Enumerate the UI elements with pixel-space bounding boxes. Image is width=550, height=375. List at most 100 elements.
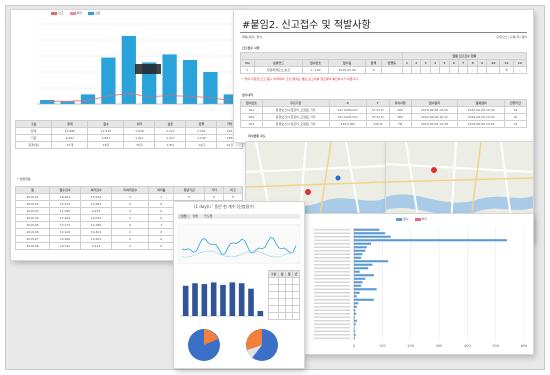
- table-cell: 0: [111, 193, 150, 201]
- table-cell: 03: [504, 106, 527, 114]
- table-row: [267, 291, 300, 299]
- legend-swatch: [88, 12, 95, 15]
- category-label-placeholder: [314, 232, 350, 234]
- map-marker[interactable]: [431, 167, 437, 173]
- x-tick-label: 600: [521, 344, 528, 348]
- table-header-cell: No: [240, 59, 255, 67]
- table-cell: 0: [111, 221, 150, 229]
- chart-area: [178, 224, 300, 264]
- table-cell: 기관: [14, 134, 53, 142]
- table-cell: 14건: [185, 141, 218, 149]
- table-cell: 10,310: [49, 242, 82, 250]
- table-cell: 13,244: [80, 193, 113, 201]
- table-header-cell: 접수건수: [49, 186, 82, 194]
- bar: [354, 319, 357, 322]
- category-label-placeholder: [314, 302, 350, 304]
- table-header-cell: 7: [458, 59, 469, 67]
- table-header-cell: 접수번호: [240, 99, 263, 107]
- bar: [354, 295, 357, 298]
- table-row: 기관 6,941 2,811 1,411 1,417 1,236 283: [14, 134, 243, 142]
- category-label-placeholder: [314, 292, 350, 294]
- table-cell: -: [512, 66, 528, 74]
- legend-item: 처리: [414, 218, 427, 221]
- dashboard-tab[interactable]: 월별: [190, 214, 202, 219]
- hbar-legend: 접수 처리: [396, 218, 427, 221]
- bar: [238, 283, 245, 316]
- table-cell: 합계: [14, 127, 53, 135]
- table-cell: [278, 305, 287, 313]
- table-cell: [285, 298, 294, 306]
- table-cell: [292, 277, 300, 285]
- detail-table: 접수번호 주요기관 X Y 특이사항 접수일자 결과일자 진행기간 001 환경보건/수질관리_오…: [240, 99, 527, 128]
- category-label-placeholder: [314, 243, 350, 245]
- table-header-cell: 구분: [267, 270, 280, 278]
- bar: [40, 100, 55, 104]
- category-label-placeholder: [314, 316, 350, 318]
- category-label-placeholder: [314, 260, 350, 262]
- x-tick-label: 0: [353, 344, 355, 348]
- bar: [354, 274, 374, 277]
- table-cell: 35건: [123, 141, 156, 149]
- table-cell: -: [476, 66, 488, 74]
- bar: [257, 310, 264, 316]
- table-cell: 12,415: [49, 200, 82, 208]
- dashboard-bar-chart: [180, 282, 264, 317]
- table-cell: 2018.03.06: [327, 66, 367, 74]
- bar: [354, 281, 363, 284]
- map-marker[interactable]: [305, 189, 311, 195]
- table-header-row: 접수번호 주요기관 X Y 특이사항 접수일자 결과일자 진행기간: [240, 99, 527, 107]
- dashboard-pies: [188, 329, 278, 361]
- category-label-placeholder: [314, 257, 350, 259]
- section-detail-heading: 접수내역: [242, 93, 254, 97]
- dashboard-tab[interactable]: 연도별: [201, 214, 215, 219]
- bar: [248, 288, 254, 316]
- bar: [192, 283, 198, 316]
- table-cell: 1.8%: [154, 141, 187, 149]
- table-cell: 11,020: [49, 207, 82, 215]
- table-header-cell: 진행: [185, 120, 218, 128]
- table-cell: 0: [111, 242, 150, 250]
- table-cell: 2019.05: [14, 221, 51, 229]
- table-header-cell: 4: [429, 59, 441, 67]
- table-cell: 126.9 NN: [328, 120, 367, 128]
- table-row: 001 환경보건/수질관리_오염원_기타 127.0346 kml 37.52 N WN…: [240, 106, 527, 114]
- table-cell: 2019.04: [14, 214, 51, 222]
- table-cell: [278, 284, 287, 292]
- table-cell: 0: [148, 235, 175, 243]
- table-cell: -: [486, 66, 501, 74]
- table-header-cell: 비고: [223, 186, 243, 194]
- table-header-cell: 접수번호: [302, 59, 329, 67]
- table-header-cell: 년: [292, 270, 300, 278]
- legend-swatch: [51, 12, 57, 15]
- bar: [354, 277, 366, 280]
- category-label-placeholder: [314, 281, 350, 283]
- table-header-cell: 접수일자: [410, 99, 459, 107]
- table-cell: 2019.06: [14, 228, 51, 236]
- category-label-placeholder: [314, 246, 350, 248]
- table-cell: 12,104: [49, 228, 82, 236]
- dashboard-tab[interactable]: 일별: [178, 214, 190, 219]
- table-header-cell: [240, 52, 403, 60]
- map-marker[interactable]: [335, 175, 341, 181]
- table-cell: 2019.07: [14, 235, 51, 243]
- table-cell: [267, 298, 280, 306]
- table-header-cell: 분류코드: [253, 59, 304, 67]
- horizontal-bar-chart: 0 100 200 300 400 500 600: [314, 228, 528, 348]
- legend-swatch: [396, 218, 402, 221]
- table-header-cell: 2: [411, 59, 422, 67]
- table-cell: [292, 291, 300, 299]
- legend-item: 처리: [69, 12, 82, 15]
- bar: [354, 235, 391, 238]
- category-label-placeholder: [314, 295, 350, 297]
- table-cell: 2019-06-08 10:12: [410, 113, 459, 121]
- table-cell: 1,236: [185, 134, 218, 142]
- summary-table-wrap: 월별 신고건수 현황 No 분류코드 접수번호 접수일 합계 진행중 1 2 3 4 5 6 7 8 9 10 1…: [240, 52, 528, 74]
- table-header-cell: 8: [467, 59, 478, 67]
- table-cell: 14,200: [49, 235, 82, 243]
- table-cell: [292, 305, 300, 313]
- table-cell: 2019-06-09 10:34: [457, 113, 506, 121]
- bar: [354, 298, 374, 301]
- table-cell: [278, 312, 287, 320]
- table-group-row: 월별 신고건수 현황: [240, 52, 528, 60]
- legend-label: 신고: [58, 11, 64, 15]
